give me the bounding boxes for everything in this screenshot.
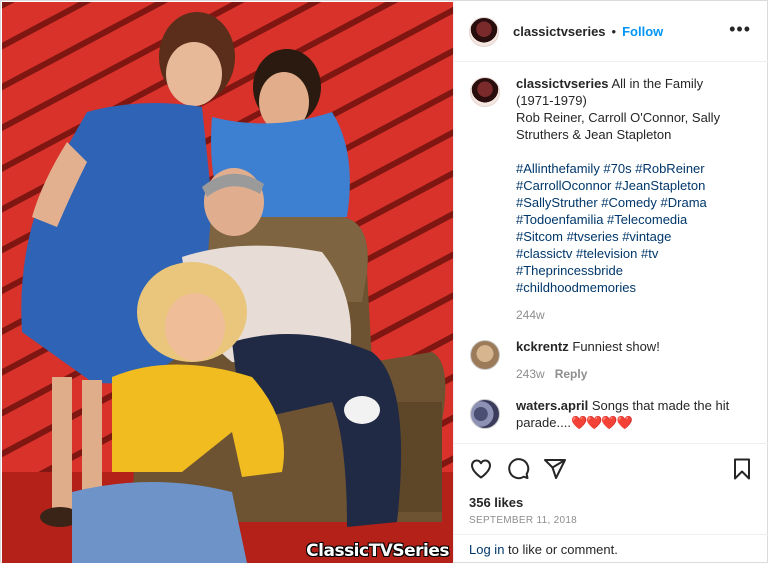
header-username[interactable]: classictvseries [513, 24, 606, 39]
comment-icon[interactable] [506, 457, 530, 481]
caption-first-line: classictvseries All in the Family [516, 75, 753, 92]
caption-text: Struthers & Jean Stapleton [516, 127, 672, 142]
reply-button[interactable]: Reply [555, 367, 588, 381]
avatar[interactable] [470, 340, 500, 370]
heart-emoji: ❤️❤️❤️❤️ [570, 415, 633, 430]
heart-icon[interactable] [469, 457, 493, 481]
share-icon[interactable] [543, 457, 567, 481]
hashtag-line[interactable]: #CarrollOconnor #JeanStapleton [516, 177, 753, 194]
caption-text: All in the Family [611, 76, 704, 91]
post-photo-illustration [2, 2, 453, 563]
post-date: SEPTEMBER 11, 2018 [469, 515, 578, 526]
action-bar: 356 likes SEPTEMBER 11, 2018 [454, 443, 768, 548]
likes-count[interactable]: 356 likes [469, 495, 523, 510]
separator-dot: • [611, 24, 617, 39]
comment-username[interactable]: waters.april [516, 398, 588, 413]
hashtag-line[interactable]: #childhoodmemories [516, 279, 753, 296]
comment-body: waters.april Songs that made the hit par… [516, 397, 753, 431]
comment: waters.april Songs that made the hit par… [470, 397, 753, 431]
avatar[interactable] [470, 77, 500, 107]
comments-section[interactable]: classictvseries All in the Family (1971-… [454, 63, 768, 443]
more-options-icon[interactable]: ••• [729, 20, 751, 38]
login-prompt-text: to like or comment. [504, 542, 618, 557]
caption-meta: 244w [516, 307, 753, 324]
comment-text: Funniest show! [572, 339, 660, 354]
caption: classictvseries All in the Family (1971-… [470, 75, 753, 324]
post-photo[interactable]: ClassicTVSeries [2, 2, 453, 563]
hashtag-line[interactable]: #classictv #television #tv [516, 245, 753, 262]
hashtag-line[interactable]: #Allinthefamily #70s #RobReiner [516, 160, 753, 177]
login-prompt: Log in to like or comment. [454, 534, 768, 563]
login-link[interactable]: Log in [469, 542, 504, 557]
post-sidebar: classictvseries • Follow ••• classictvse… [453, 2, 768, 563]
hashtag-line[interactable]: #Sitcom #tvseries #vintage [516, 228, 753, 245]
avatar[interactable] [469, 16, 499, 47]
comment-body: kckrentz Funniest show! 243w Reply [516, 338, 753, 383]
caption-age[interactable]: 244w [516, 308, 545, 322]
hashtag-line[interactable]: #Todoenfamilia #Telecomedia [516, 211, 753, 228]
avatar[interactable] [470, 399, 500, 429]
comment-age[interactable]: 243w [516, 367, 545, 381]
bookmark-icon[interactable] [730, 457, 754, 481]
hashtag-line[interactable]: #Theprincessbride [516, 262, 753, 279]
caption-text: (1971-1979) [516, 93, 587, 108]
watermark: ClassicTVSeries [306, 541, 449, 561]
instagram-post: ClassicTVSeries classictvseries • Follow… [0, 0, 768, 563]
follow-button[interactable]: Follow [622, 24, 663, 39]
caption-username[interactable]: classictvseries [516, 76, 609, 91]
comment: kckrentz Funniest show! 243w Reply [470, 338, 753, 383]
comment-username[interactable]: kckrentz [516, 339, 569, 354]
comment-meta: 243w Reply [516, 366, 753, 383]
caption-text: Rob Reiner, Carroll O'Connor, Sally [516, 110, 721, 125]
caption-body: classictvseries All in the Family (1971-… [516, 75, 753, 324]
hashtag-line[interactable]: #SallyStruther #Comedy #Drama [516, 194, 753, 211]
post-header: classictvseries • Follow ••• [454, 2, 768, 62]
